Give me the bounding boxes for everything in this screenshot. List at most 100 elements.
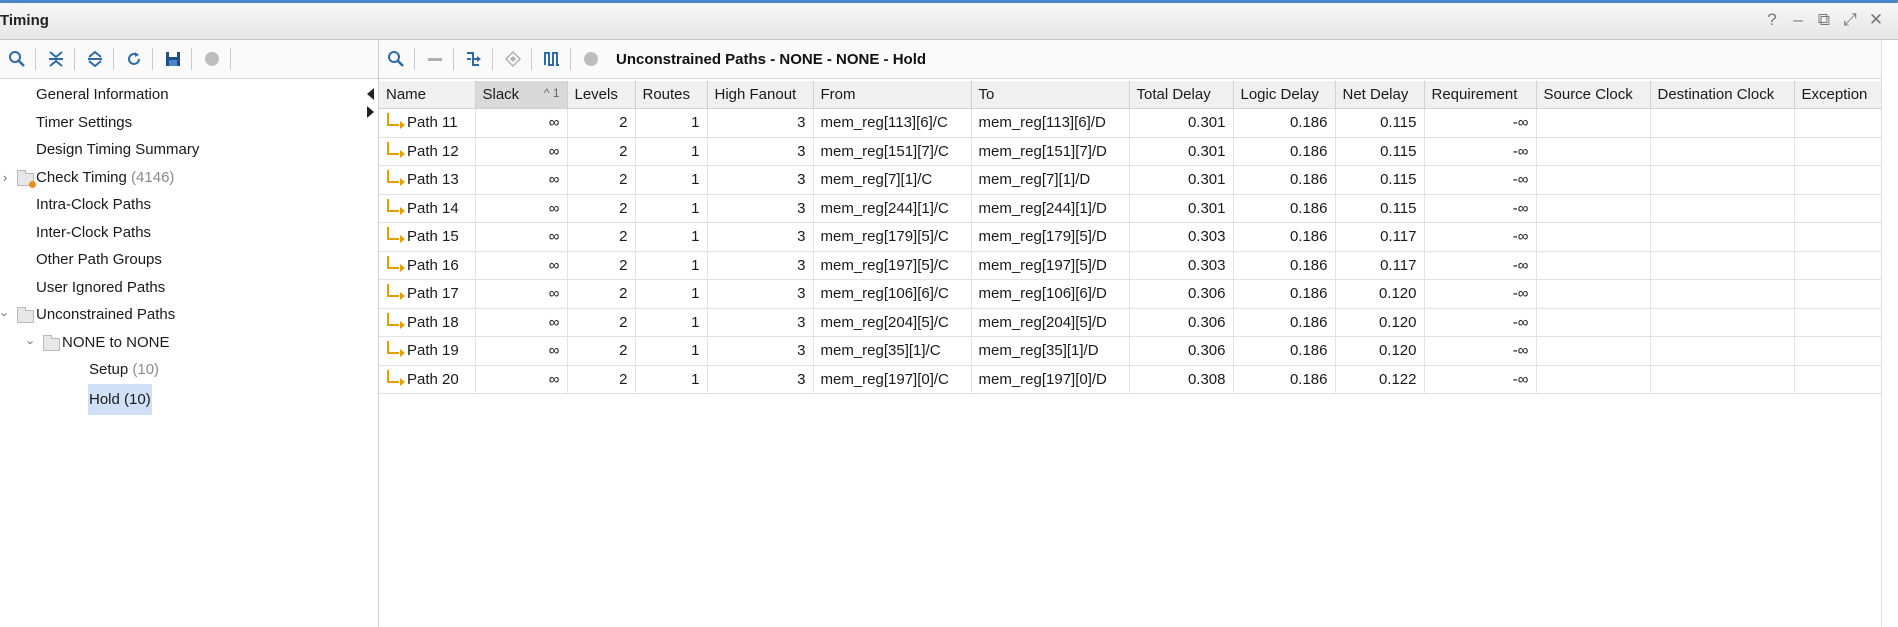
- cell-levels: 2: [567, 251, 636, 280]
- table-row[interactable]: Path 18 ∞ 2 1 3 mem_reg[204][5]/C mem_reg[204]…: [379, 308, 1883, 337]
- table-row[interactable]: Path 11 ∞ 2 1 3 mem_reg[113][6]/C mem_reg[113]…: [379, 108, 1883, 138]
- cell-routes: 1: [635, 165, 708, 195]
- tree-item-label: Unconstrained Paths: [36, 306, 176, 323]
- stop-icon[interactable]: [576, 44, 606, 74]
- chevron-down-icon[interactable]: ›: [18, 340, 45, 344]
- vertical-scrollbar[interactable]: [1881, 40, 1898, 627]
- cell-slack: ∞: [475, 222, 568, 252]
- search-icon[interactable]: [2, 44, 32, 74]
- diamond-icon[interactable]: [498, 44, 528, 74]
- minus-icon[interactable]: [420, 44, 450, 74]
- schematic-icon[interactable]: [459, 44, 489, 74]
- cell-destination-clock: [1650, 194, 1795, 223]
- column-header-high-fanout[interactable]: High Fanout: [707, 81, 814, 109]
- column-header-total-delay[interactable]: Total Delay: [1129, 81, 1234, 109]
- cell-net-delay: 0.117: [1335, 251, 1425, 280]
- tree-item-label: Other Path Groups: [36, 251, 162, 268]
- restore-icon[interactable]: ⧉: [1816, 10, 1832, 30]
- tree-item-check-timing[interactable]: › Check Timing (4146): [0, 164, 378, 192]
- tree-item-user-ignored-paths[interactable]: User Ignored Paths: [0, 274, 378, 302]
- cell-exception: [1794, 308, 1883, 337]
- cell-logic-delay: 0.186: [1233, 137, 1336, 166]
- tree-item-intra-clock-paths[interactable]: Intra-Clock Paths: [0, 191, 378, 219]
- cell-destination-clock: [1650, 137, 1795, 166]
- table-row[interactable]: Path 12 ∞ 2 1 3 mem_reg[151][7]/C mem_reg[151]…: [379, 137, 1883, 166]
- column-header-slack[interactable]: Slack ^ 1: [475, 81, 568, 109]
- tree-item-design-timing-summary[interactable]: Design Timing Summary: [0, 136, 378, 164]
- table-row[interactable]: Path 19 ∞ 2 1 3 mem_reg[35][1]/C mem_reg[35][1…: [379, 336, 1883, 366]
- tree-item-other-path-groups[interactable]: Other Path Groups: [0, 246, 378, 274]
- cell-high-fanout: 3: [707, 308, 814, 337]
- column-header-net-delay[interactable]: Net Delay: [1335, 81, 1425, 109]
- cell-to: mem_reg[151][7]/D: [971, 137, 1130, 166]
- cell-routes: 1: [635, 222, 708, 252]
- tree-item-none-to-none[interactable]: › NONE to NONE: [0, 329, 378, 357]
- table-row[interactable]: Path 16 ∞ 2 1 3 mem_reg[197][5]/C mem_reg[197]…: [379, 251, 1883, 280]
- cell-logic-delay: 0.186: [1233, 222, 1336, 252]
- column-header-exception[interactable]: Exception: [1794, 81, 1883, 109]
- path-name: Path 11: [407, 114, 458, 132]
- search-icon[interactable]: [381, 44, 411, 74]
- column-header-source-clock[interactable]: Source Clock: [1536, 81, 1651, 109]
- cell-routes: 1: [635, 308, 708, 337]
- collapse-all-icon[interactable]: [41, 44, 71, 74]
- table-row[interactable]: Path 20 ∞ 2 1 3 mem_reg[197][0]/C mem_reg[197]…: [379, 365, 1883, 394]
- cell-routes: 1: [635, 251, 708, 280]
- cell-slack: ∞: [475, 308, 568, 337]
- column-header-routes[interactable]: Routes: [635, 81, 708, 109]
- cell-slack: ∞: [475, 365, 568, 394]
- cell-destination-clock: [1650, 165, 1795, 195]
- column-header-to[interactable]: To: [971, 81, 1130, 109]
- tree-item-general-information[interactable]: General Information: [0, 81, 378, 109]
- cell-logic-delay: 0.186: [1233, 108, 1336, 138]
- separator: [191, 48, 192, 70]
- path-name: Path 13: [407, 171, 459, 189]
- tree-item-timer-settings[interactable]: Timer Settings: [0, 109, 378, 137]
- column-header-destination-clock[interactable]: Destination Clock: [1650, 81, 1795, 109]
- waveform-icon[interactable]: [537, 44, 567, 74]
- column-header-levels[interactable]: Levels: [567, 81, 636, 109]
- folder-icon: [17, 307, 34, 323]
- path-icon: [387, 198, 405, 215]
- cell-net-delay: 0.115: [1335, 108, 1425, 138]
- cell-routes: 1: [635, 365, 708, 394]
- cell-total-delay: 0.306: [1129, 336, 1234, 366]
- table-toolbar: Unconstrained Paths - NONE - NONE - Hold: [379, 40, 1898, 79]
- table-row[interactable]: Path 15 ∞ 2 1 3 mem_reg[179][5]/C mem_reg[179]…: [379, 222, 1883, 252]
- column-header-name[interactable]: Name: [379, 81, 476, 109]
- cell-source-clock: [1536, 365, 1651, 394]
- table-row[interactable]: Path 13 ∞ 2 1 3 mem_reg[7][1]/C mem_reg[7][1]/…: [379, 165, 1883, 195]
- column-header-requirement[interactable]: Requirement: [1424, 81, 1537, 109]
- cell-total-delay: 0.308: [1129, 365, 1234, 394]
- minimize-icon[interactable]: –: [1790, 10, 1806, 30]
- cell-destination-clock: [1650, 108, 1795, 138]
- cell-slack: ∞: [475, 194, 568, 223]
- cell-to: mem_reg[197][0]/D: [971, 365, 1130, 394]
- table-row[interactable]: Path 17 ∞ 2 1 3 mem_reg[106][6]/C mem_reg[106]…: [379, 279, 1883, 309]
- close-icon[interactable]: ✕: [1868, 10, 1884, 30]
- timing-paths-table: Name Slack ^ 1 Levels Routes High Fanout …: [379, 81, 1883, 394]
- tree-item-label: Design Timing Summary: [36, 141, 200, 158]
- save-icon[interactable]: [158, 44, 188, 74]
- tree-item-unconstrained-paths[interactable]: › Unconstrained Paths: [0, 301, 378, 329]
- cell-exception: [1794, 137, 1883, 166]
- refresh-icon[interactable]: [119, 44, 149, 74]
- maximize-icon[interactable]: ⤢: [1842, 10, 1858, 30]
- tree-item-label: Hold (10): [88, 383, 152, 415]
- column-header-logic-delay[interactable]: Logic Delay: [1233, 81, 1336, 109]
- help-icon[interactable]: ?: [1764, 10, 1780, 30]
- separator: [453, 48, 454, 70]
- cell-levels: 2: [567, 222, 636, 252]
- separator: [152, 48, 153, 70]
- tree-item-inter-clock-paths[interactable]: Inter-Clock Paths: [0, 219, 378, 247]
- cell-net-delay: 0.120: [1335, 336, 1425, 366]
- chevron-down-icon[interactable]: ›: [0, 312, 19, 316]
- chevron-right-icon[interactable]: ›: [3, 164, 7, 191]
- tree-item-setup[interactable]: Setup (10): [0, 356, 378, 384]
- tree-item-hold[interactable]: Hold (10): [0, 383, 378, 415]
- column-header-from[interactable]: From: [813, 81, 972, 109]
- stop-icon[interactable]: [197, 44, 227, 74]
- cell-total-delay: 0.306: [1129, 308, 1234, 337]
- expand-all-icon[interactable]: [80, 44, 110, 74]
- table-row[interactable]: Path 14 ∞ 2 1 3 mem_reg[244][1]/C mem_reg[244]…: [379, 194, 1883, 223]
